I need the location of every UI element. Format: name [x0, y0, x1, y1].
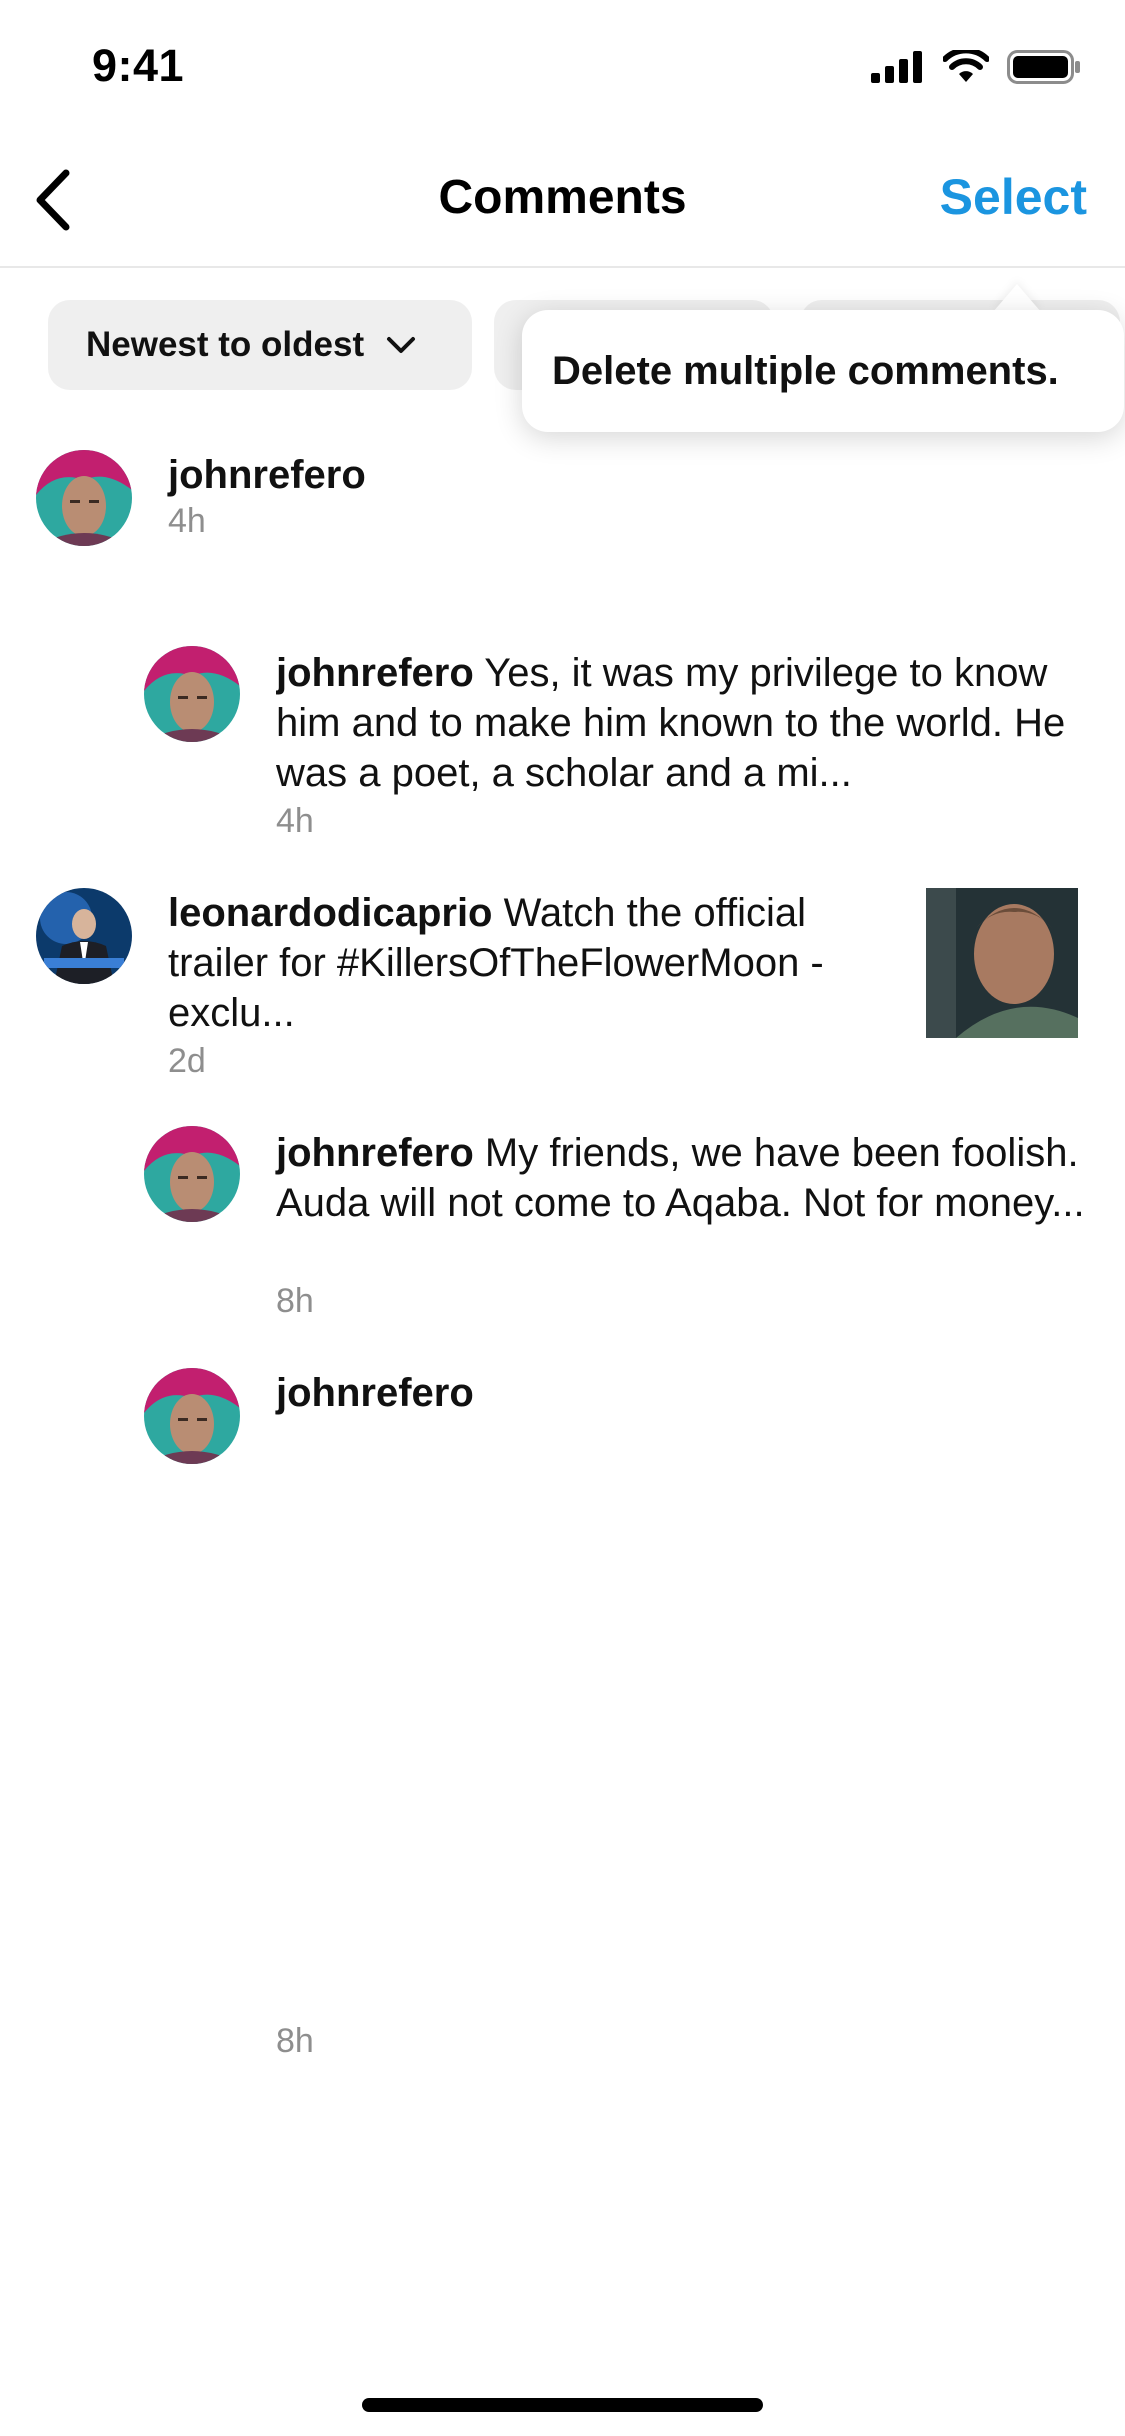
- cellular-signal-icon: [871, 51, 922, 83]
- comment-time: 8h: [276, 2022, 314, 2060]
- avatar-image: [144, 1368, 240, 1464]
- comment-time: 4h: [276, 802, 314, 840]
- avatar[interactable]: [144, 646, 240, 742]
- avatar-image: [144, 1126, 240, 1222]
- battery-icon: [1007, 50, 1080, 84]
- comment-username[interactable]: johnrefero: [276, 1131, 474, 1175]
- avatar-image: [144, 646, 240, 742]
- comment-username[interactable]: johnrefero: [168, 453, 366, 497]
- comment-body: johnrefero: [168, 450, 1068, 500]
- wifi-icon: [943, 50, 989, 82]
- comment-time: 2d: [168, 1042, 206, 1080]
- comment-time: 4h: [168, 502, 206, 540]
- post-thumbnail[interactable]: [926, 888, 1078, 1038]
- avatar[interactable]: [36, 888, 132, 984]
- comment-username[interactable]: johnrefero: [276, 651, 474, 695]
- comment-body: leonardodicaprio Watch the official trai…: [168, 888, 868, 1038]
- sort-filter-chip[interactable]: Newest to oldest: [48, 300, 472, 390]
- avatar-image: [36, 888, 132, 984]
- chevron-down-icon: [387, 337, 416, 353]
- comment-username[interactable]: johnrefero: [276, 1371, 474, 1415]
- select-button[interactable]: Select: [940, 168, 1087, 226]
- post-thumbnail-image: [926, 888, 1078, 1038]
- comment-body: johnrefero Yes, it was my privilege to k…: [276, 648, 1096, 798]
- avatar[interactable]: [36, 450, 132, 546]
- home-indicator[interactable]: [362, 2398, 763, 2412]
- avatar[interactable]: [144, 1368, 240, 1464]
- avatar[interactable]: [144, 1126, 240, 1222]
- comment-username[interactable]: leonardodicaprio: [168, 891, 493, 935]
- status-time: 9:41: [92, 40, 185, 91]
- tooltip-text: Delete multiple comments.: [552, 348, 1059, 393]
- sort-filter-label: Newest to oldest: [86, 325, 365, 364]
- avatar-image: [36, 450, 132, 546]
- comment-body: johnrefero: [276, 1368, 1096, 1418]
- comment-body: johnrefero My friends, we have been fool…: [276, 1128, 1096, 1228]
- tooltip: Delete multiple comments.: [522, 310, 1124, 432]
- comment-time: 8h: [276, 1282, 314, 1320]
- status-icons: [871, 50, 1081, 84]
- tooltip-arrow: [993, 284, 1041, 312]
